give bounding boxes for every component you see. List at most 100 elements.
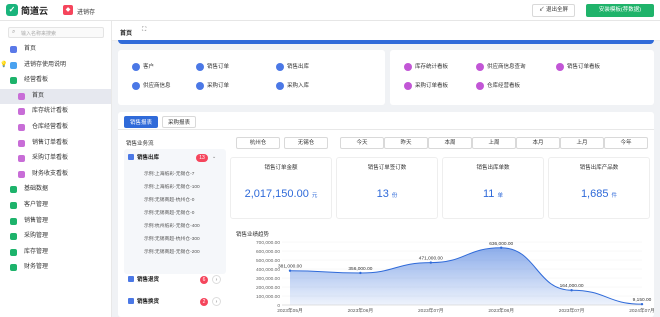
quick-link-customer[interactable]: 客户 xyxy=(132,62,154,72)
sidebar-item[interactable]: 基础数据 xyxy=(0,182,111,197)
sidebar-item[interactable]: 仓库经营看板 xyxy=(0,120,111,135)
list-item[interactable]: 示例:上海纸彩-无锡仓-7 xyxy=(144,170,194,177)
search-placeholder: 输入名称来搜索 xyxy=(21,31,57,37)
sidebar-item[interactable]: 客户管理 xyxy=(0,198,111,213)
chevron-right-icon[interactable]: › xyxy=(212,275,221,284)
sidebar-item-label: 进销存使用说明 xyxy=(24,61,67,68)
sales-exchange-section[interactable]: 销售换货 2 › xyxy=(128,296,224,308)
quick-link-purchase-order[interactable]: 采购订单 xyxy=(196,81,229,91)
chevron-right-icon[interactable]: › xyxy=(212,297,221,306)
report-panel: 销售报表 采购报表 销售业务流 销售出库 13 ⌄ 示例:上海纸彩-无锡仓-7 … xyxy=(118,112,654,317)
period-today[interactable]: 今天 xyxy=(340,137,384,149)
data-label: 381,000.00 xyxy=(278,264,302,270)
list-item[interactable]: 示例:无锡商超-无锡仓-200 xyxy=(144,248,200,255)
y-tick-label: 200,000.00 xyxy=(256,285,280,291)
list-item[interactable]: 示例:无锡商超-杭州仓-0 xyxy=(144,196,194,203)
board-icon xyxy=(476,82,484,90)
sidebar-item[interactable]: 采购管理 xyxy=(0,229,111,244)
logo-icon: ✓ xyxy=(6,4,18,16)
stat-sales-orders: 销售订单签订数 13 份 xyxy=(336,157,438,219)
data-label: 636,000.00 xyxy=(489,241,513,247)
expand-icon[interactable]: ⛶ xyxy=(142,27,146,34)
quick-link-inventory-board[interactable]: 库存统计看板 xyxy=(404,62,448,72)
period-this-week[interactable]: 本周 xyxy=(428,137,472,149)
list-item[interactable]: 示例:无锡商超-无锡仓-0 xyxy=(144,209,194,216)
quick-link-sales-out[interactable]: 销售出库 xyxy=(276,62,309,72)
sidebar-item-label: 基础数据 xyxy=(24,186,49,193)
x-tick-label: 2023年08月 xyxy=(488,307,514,314)
sidebar-item[interactable]: 库存管理 xyxy=(0,245,111,260)
exit-fullscreen-button[interactable]: ↙ 退出全屏 xyxy=(532,4,576,17)
period-last-month[interactable]: 上月 xyxy=(560,137,604,149)
stat-title: 销售订单金额 xyxy=(264,165,298,171)
quick-link-sales-order-board[interactable]: 销售订单看板 xyxy=(556,62,600,72)
warehouse-filter-wuxi[interactable]: 无锡仓 xyxy=(284,137,328,149)
purchase-in-icon xyxy=(276,82,284,90)
trend-chart: 700,000.00 600,000.00 500,000.00 400,000.00… xyxy=(256,240,654,314)
sidebar-item-label: 销售管理 xyxy=(24,217,49,224)
quick-link-supplier[interactable]: 供应商信息 xyxy=(132,81,171,91)
period-this-month[interactable]: 本月 xyxy=(516,137,560,149)
y-tick-label: 500,000.00 xyxy=(256,258,280,264)
sidebar-item[interactable]: 首页 xyxy=(0,42,111,57)
warehouse-filter-hangzhou[interactable]: 杭州仓 xyxy=(236,137,280,149)
sidebar-item[interactable]: 销售订单看板 xyxy=(0,136,111,151)
x-tick-label: 2023年05月 xyxy=(277,307,303,314)
tab-home[interactable]: 首页 xyxy=(120,28,132,37)
list-item[interactable]: 示例:杭州纸彩-无锡仓-400 xyxy=(144,222,200,229)
sidebar-item-label: 销售订单看板 xyxy=(32,139,69,146)
board-icon xyxy=(18,92,25,100)
data-point xyxy=(640,302,644,306)
purchase-order-icon xyxy=(196,82,204,90)
sidebar-item[interactable]: 首页 xyxy=(0,88,111,104)
sidebar-item[interactable]: 销售管理 xyxy=(0,214,111,229)
x-tick-label: 2023年07月 xyxy=(418,307,444,314)
tab-purchase-report[interactable]: 采购报表 xyxy=(162,116,197,128)
quick-link-purchase-in[interactable]: 采购入库 xyxy=(276,81,309,91)
trend-title: 销售业绩趋势 xyxy=(236,232,270,238)
list-item[interactable]: 示例:上海纸彩-无锡仓-100 xyxy=(144,183,200,190)
sidebar-item[interactable]: 财务收支看板 xyxy=(0,167,111,182)
quick-link-supplier-query[interactable]: 供应商信息查询 xyxy=(476,62,526,72)
list-item[interactable]: 示例:无锡商超-杭州仓-300 xyxy=(144,235,200,242)
stat-sales-out-products: 销售出库产品数 1,685 件 xyxy=(548,157,650,219)
sales-out-header[interactable]: 销售出库 xyxy=(128,153,224,164)
y-tick-label: 300,000.00 xyxy=(256,276,280,282)
data-label: 9,150.00 xyxy=(633,297,652,303)
sales-return-badge: 6 xyxy=(200,276,208,284)
board-icon xyxy=(18,170,25,178)
quick-link-warehouse-board[interactable]: 仓库经营看板 xyxy=(476,81,520,91)
app-name[interactable]: 进销存 xyxy=(77,7,95,16)
search-input[interactable]: ⌕ 输入名称来搜索 xyxy=(8,27,104,38)
x-tick-label: 2023年06月 xyxy=(348,307,374,314)
install-template-button[interactable]: 安装模板(荐数据) xyxy=(586,4,654,17)
stat-sales-out-count: 销售出库单数 11 单 xyxy=(442,157,544,219)
quick-links-right: 库存统计看板 供应商信息查询 销售订单看板 采购订单看板 仓库经营看板 xyxy=(390,50,654,105)
sidebar-item[interactable]: 经营看板 xyxy=(0,73,111,88)
sidebar-item[interactable]: 库存统计看板 xyxy=(0,104,111,119)
app-icon: ◆ xyxy=(63,5,73,15)
sidebar-item[interactable]: 采购订单看板 xyxy=(0,151,111,166)
sales-out-badge: 13 xyxy=(196,154,208,162)
sidebar-item[interactable]: 进销存使用说明 💡 xyxy=(0,58,111,73)
y-tick-label: 700,000.00 xyxy=(256,240,280,246)
y-tick-label: 400,000.00 xyxy=(256,267,280,273)
period-this-year[interactable]: 今年 xyxy=(604,137,648,149)
data-label: 356,000.00 xyxy=(348,266,372,272)
sidebar-item-label: 库存管理 xyxy=(24,248,49,255)
sidebar-item-label: 采购管理 xyxy=(24,233,49,240)
sales-return-section[interactable]: 销售退货 6 › xyxy=(128,274,224,286)
folder-icon xyxy=(10,186,17,194)
x-tick-label: 2023年07月 xyxy=(559,307,585,314)
sidebar-item[interactable]: 财务管理 xyxy=(0,260,111,275)
data-point xyxy=(429,261,432,264)
data-point xyxy=(570,289,573,292)
quick-link-purchase-order-board[interactable]: 采购订单看板 xyxy=(404,81,448,91)
bulb-icon: 💡 xyxy=(0,61,8,68)
period-last-week[interactable]: 上周 xyxy=(472,137,516,149)
period-yesterday[interactable]: 昨天 xyxy=(384,137,428,149)
quick-link-sales-order[interactable]: 销售订单 xyxy=(196,62,229,72)
stat-value: 1,685 件 xyxy=(580,188,618,200)
tab-sales-report[interactable]: 销售报表 xyxy=(124,116,159,128)
chevron-down-icon[interactable]: ⌄ xyxy=(212,154,216,160)
